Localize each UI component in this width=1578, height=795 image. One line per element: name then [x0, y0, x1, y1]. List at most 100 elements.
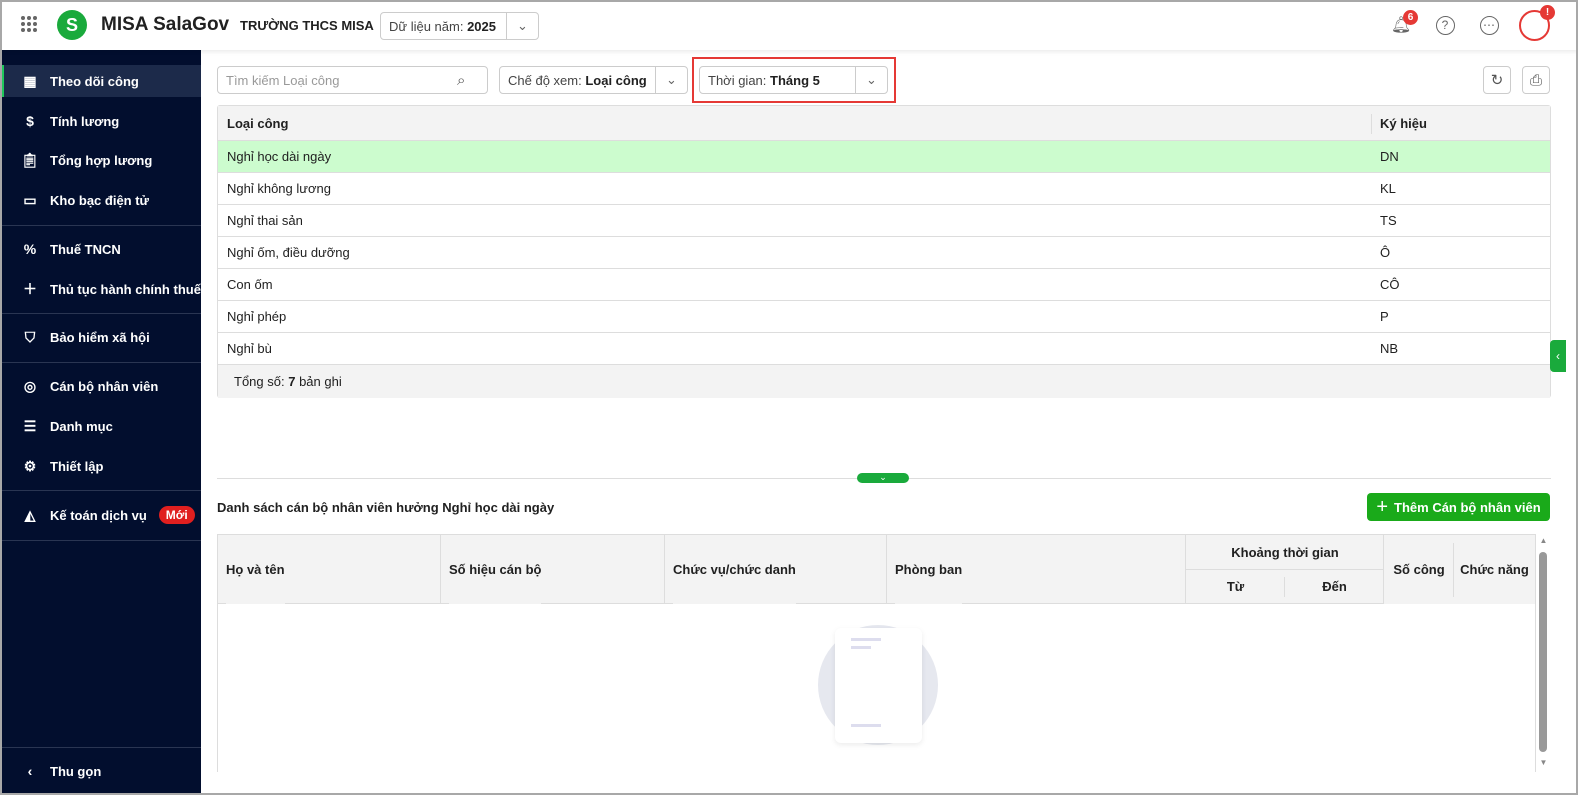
- view-mode-select[interactable]: Chế độ xem: Loại công ⌄: [499, 66, 688, 94]
- table-row[interactable]: Nghỉ ốm, điều dưỡng Ô: [218, 237, 1550, 269]
- table-row[interactable]: Nghỉ bù NB: [218, 333, 1550, 365]
- sidebar-item-thiet-lap[interactable]: ⚙ Thiết lập: [0, 450, 201, 482]
- cell-ky-hieu: KL: [1380, 181, 1396, 196]
- add-employee-button[interactable]: + Thêm Cán bộ nhân viên: [1367, 493, 1550, 521]
- table-row[interactable]: Con ốm CÔ: [218, 269, 1550, 301]
- new-badge: Mới: [158, 506, 195, 524]
- sidebar-item-ke-toan-dich-vu[interactable]: ◭ Kế toán dịch vụ Mới: [0, 499, 201, 531]
- sidebar-item-tong-hop-luong[interactable]: 📋︎ Tổng hợp lương: [0, 144, 201, 176]
- year-label: Dữ liệu năm:: [389, 18, 464, 34]
- sidebar-item-label: Danh mục: [50, 418, 113, 434]
- col-loai-cong[interactable]: Loại công: [227, 116, 288, 131]
- sidebar-item-thue-tncn[interactable]: % Thuế TNCN: [0, 233, 201, 265]
- more-icon[interactable]: ⋯: [1477, 13, 1501, 37]
- cell-ky-hieu: Ô: [1380, 245, 1391, 260]
- gear-icon: ⚙: [23, 457, 37, 474]
- col-chuc-vu[interactable]: Chức vụ/chức danh: [673, 535, 796, 604]
- top-header: S MISA SalaGov TRƯỜNG THCS MISA Dữ liệu …: [0, 0, 1578, 50]
- splitter-toggle[interactable]: ⌄: [857, 473, 909, 483]
- section-title: Danh sách cán bộ nhân viên hưởng Nghỉ họ…: [217, 500, 555, 515]
- notification-badge: 6: [1403, 10, 1418, 25]
- chevron-down-icon[interactable]: ⌄: [855, 67, 887, 93]
- table-row[interactable]: Nghỉ học dài ngày DN: [218, 141, 1550, 173]
- brand-name: MISA SalaGov: [101, 14, 230, 35]
- add-employee-label: Thêm Cán bộ nhân viên: [1394, 499, 1541, 515]
- sidebar-item-can-bo[interactable]: ◎ Cán bộ nhân viên: [0, 370, 201, 402]
- sidebar-item-kho-bac[interactable]: ▭ Kho bạc điện tử: [0, 184, 201, 216]
- time-value: Tháng 5: [770, 72, 820, 88]
- sidebar: ▦ Theo dõi công $ Tính lương 📋︎ Tổng hợp lư…: [0, 50, 201, 795]
- sidebar-item-label: Thuế TNCN: [50, 241, 121, 257]
- col-chuc-nang: Chức năng: [1454, 535, 1535, 604]
- cell-ky-hieu: P: [1380, 309, 1389, 324]
- print-button[interactable]: ⎙: [1522, 66, 1550, 94]
- sidebar-item-danh-muc[interactable]: ☰ Danh mục: [0, 410, 201, 442]
- col-den[interactable]: Đến: [1285, 570, 1384, 603]
- clipboard-icon: 📋︎: [21, 151, 39, 168]
- table-footer: Tổng số: 7 bản ghi: [218, 365, 1550, 398]
- sidebar-item-label: Bảo hiểm xã hội: [50, 329, 150, 345]
- table-row[interactable]: Nghỉ không lương KL: [218, 173, 1550, 205]
- collapse-label: Thu gọn: [50, 763, 102, 779]
- sidebar-item-label: Kho bạc điện tử: [50, 192, 149, 208]
- accounting-icon: ◭: [24, 506, 36, 523]
- school-name: TRƯỜNG THCS MISA: [240, 18, 374, 33]
- list-icon: ☰: [23, 417, 37, 434]
- col-ky-hieu[interactable]: Ký hiệu: [1380, 116, 1427, 131]
- cell-loai-cong: Nghỉ học dài ngày: [227, 149, 332, 164]
- col-khoang-thoi-gian: Khoảng thời gian: [1186, 535, 1384, 569]
- table-header: Loại công Ký hiệu: [218, 106, 1550, 141]
- year-value: 2025: [467, 18, 496, 34]
- time-select[interactable]: Thời gian: Tháng 5 ⌄: [699, 66, 888, 94]
- cell-ky-hieu: TS: [1380, 213, 1397, 228]
- year-select[interactable]: Dữ liệu năm: 2025 ⌄: [380, 12, 539, 40]
- table-row[interactable]: Nghỉ thai sản TS: [218, 205, 1550, 237]
- app-grid-icon[interactable]: [21, 16, 37, 32]
- people-icon: ◎: [23, 377, 37, 394]
- monitor-icon: ▭: [23, 191, 37, 208]
- chevron-left-icon: ‹: [27, 763, 33, 779]
- scrollbar[interactable]: ▲ ▼: [1537, 536, 1550, 772]
- sidebar-item-theo-doi-cong[interactable]: ▦ Theo dõi công: [0, 65, 201, 97]
- sidebar-item-label: Thủ tục hành chính thuế: [50, 281, 201, 297]
- doc-plus-icon: ＋: [23, 281, 37, 297]
- work-type-table: Loại công Ký hiệu Nghỉ học dài ngày DN Nghỉ…: [217, 105, 1551, 398]
- sidebar-item-label: Thiết lập: [50, 458, 104, 474]
- chevron-down-icon[interactable]: ⌄: [506, 13, 538, 39]
- col-so-hieu[interactable]: Số hiệu cán bộ: [449, 535, 542, 604]
- collapse-sidebar-button[interactable]: ‹ Thu gọn: [0, 755, 201, 787]
- col-phong-ban[interactable]: Phòng ban: [895, 535, 963, 604]
- sidebar-item-label: Cán bộ nhân viên: [50, 378, 159, 394]
- scrollbar-thumb[interactable]: [1539, 552, 1547, 752]
- sidebar-item-bhxh[interactable]: ⛉ Bảo hiểm xã hội: [0, 321, 201, 353]
- sidebar-item-label: Tính lương: [50, 113, 120, 129]
- col-so-cong[interactable]: Số công: [1384, 535, 1454, 604]
- chevron-down-icon[interactable]: ⌄: [655, 67, 687, 93]
- view-value: Loại công: [585, 72, 647, 88]
- cell-loai-cong: Nghỉ thai sản: [227, 213, 303, 228]
- sidebar-item-tinh-luong[interactable]: $ Tính lương: [0, 105, 201, 137]
- sidebar-item-label: Kế toán dịch vụ: [50, 507, 147, 523]
- calendar-icon: ▦: [23, 72, 37, 89]
- col-tu[interactable]: Từ: [1186, 570, 1285, 603]
- tax-doc-icon: %: [23, 241, 37, 257]
- total-label: Tổng số:: [234, 374, 285, 389]
- search-icon[interactable]: ⌕: [457, 72, 487, 89]
- table-row[interactable]: Nghỉ phép P: [218, 301, 1550, 333]
- side-panel-toggle[interactable]: ‹: [1550, 340, 1566, 372]
- refresh-button[interactable]: ↻: [1483, 66, 1511, 94]
- empty-document-icon: [835, 628, 922, 743]
- sidebar-item-thu-tuc-thue[interactable]: ＋ Thủ tục hành chính thuế: [0, 273, 201, 305]
- help-icon[interactable]: ?: [1433, 13, 1457, 37]
- cell-ky-hieu: CÔ: [1380, 277, 1400, 292]
- cell-loai-cong: Con ốm: [227, 277, 273, 292]
- col-ho-ten[interactable]: Họ và tên: [226, 535, 285, 604]
- sidebar-item-label: Theo dõi công: [50, 73, 139, 89]
- cell-loai-cong: Nghỉ bù: [227, 341, 272, 356]
- total-count: 7: [288, 374, 296, 389]
- view-label: Chế độ xem:: [508, 72, 582, 88]
- shield-icon: ⛉: [24, 328, 36, 345]
- money-icon: $: [26, 113, 34, 129]
- avatar-alert-badge: !: [1540, 5, 1555, 20]
- search-input[interactable]: Tìm kiếm Loại công ⌕: [217, 66, 488, 94]
